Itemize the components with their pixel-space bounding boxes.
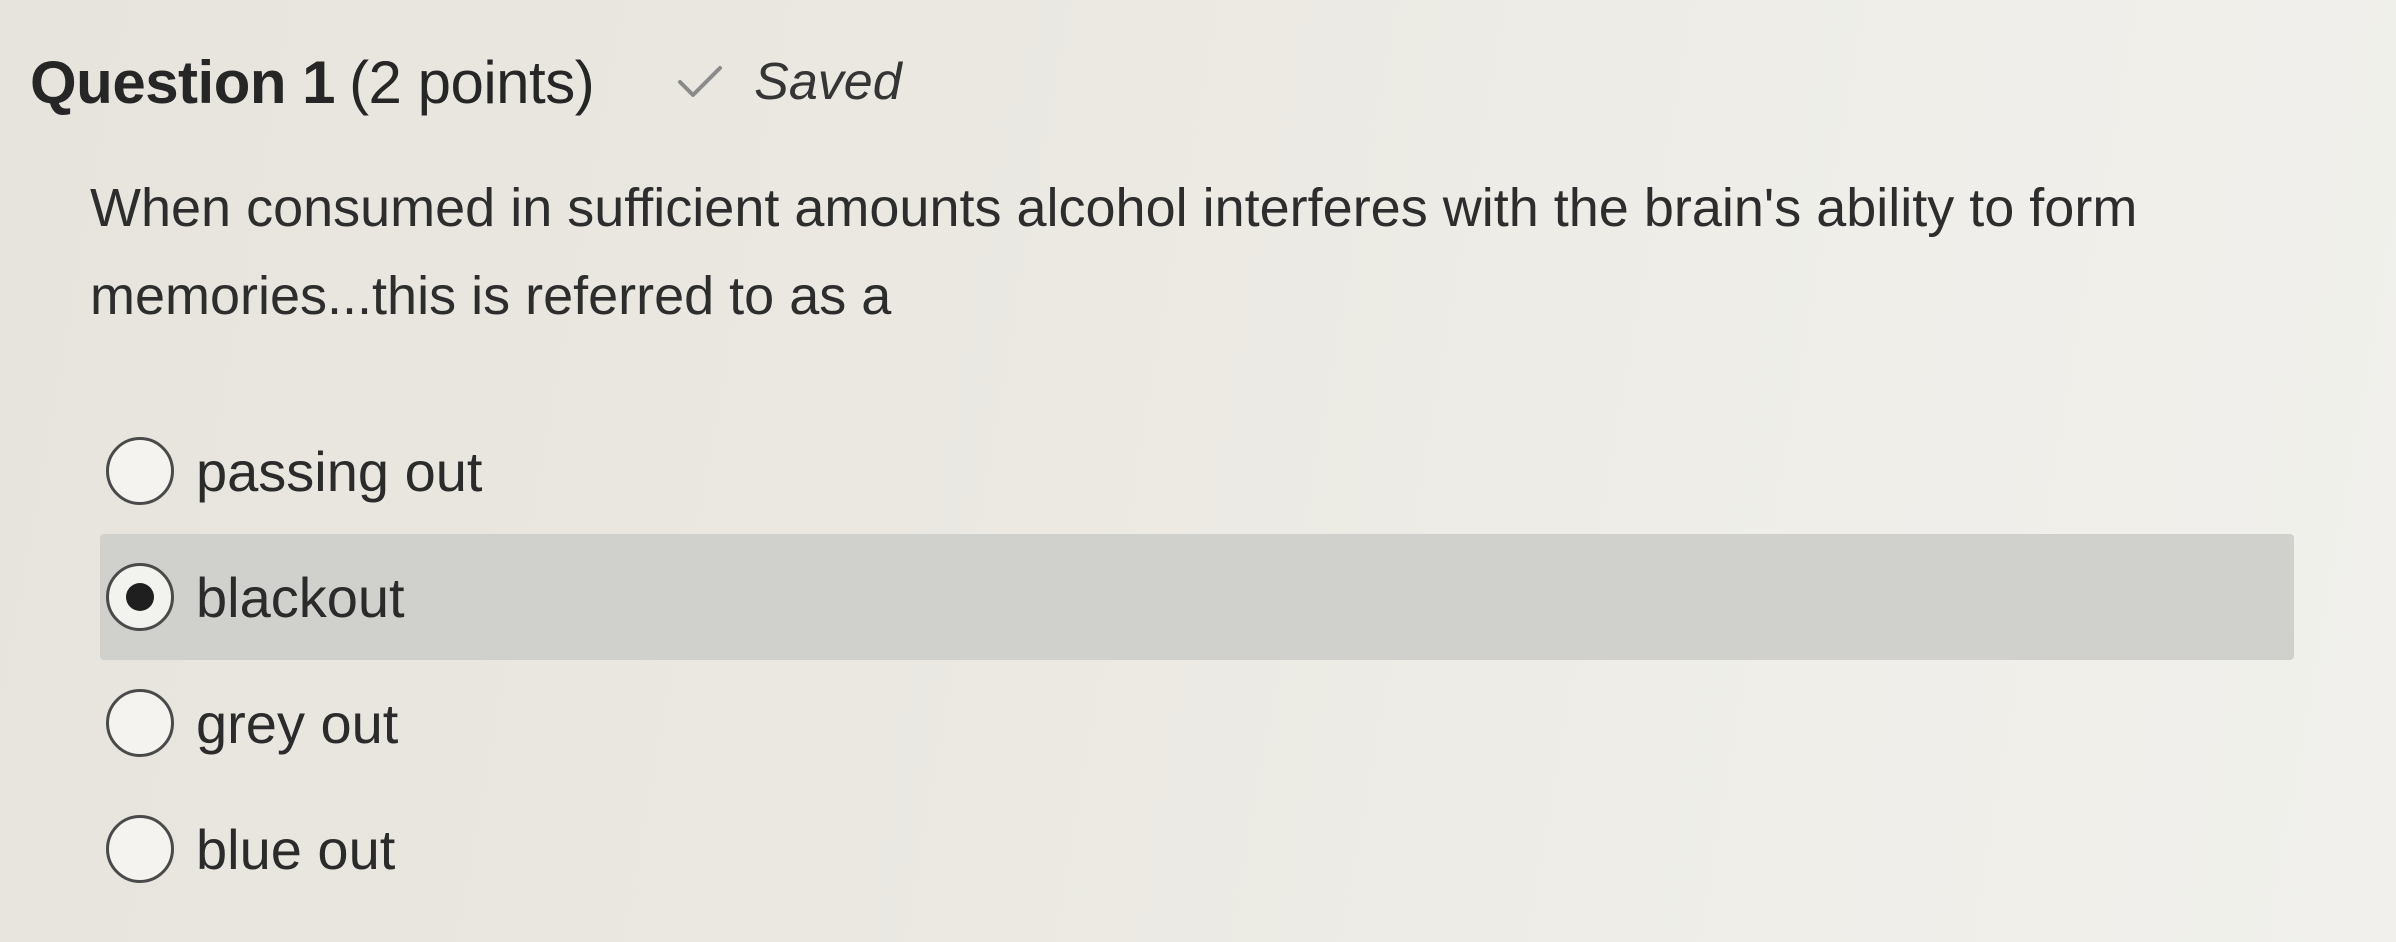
radio-button[interactable] [106,437,174,505]
option-passing-out[interactable]: passing out [100,408,2290,534]
saved-label: Saved [754,53,902,111]
radio-button[interactable] [106,689,174,757]
answer-options: passing out blackout grey out blue out [100,408,2294,912]
option-blackout[interactable]: blackout [100,534,2294,660]
option-grey-out[interactable]: grey out [100,660,2290,786]
option-label: grey out [196,691,399,755]
check-icon [676,62,724,102]
question-header: Question 1 (2 points) Saved [30,42,902,122]
question-prompt: When consumed in sufficient amounts alco… [90,178,2138,326]
question-points: (2 points) [349,48,595,116]
radio-button-selected[interactable] [106,563,174,631]
option-blue-out[interactable]: blue out [100,786,2290,912]
radio-selected-dot [126,583,154,611]
option-label: passing out [196,439,483,503]
radio-button[interactable] [106,815,174,883]
option-label: blue out [196,817,396,881]
saved-status: Saved [676,52,902,112]
question-title: Question 1 [30,48,336,116]
option-label: blackout [196,565,405,629]
